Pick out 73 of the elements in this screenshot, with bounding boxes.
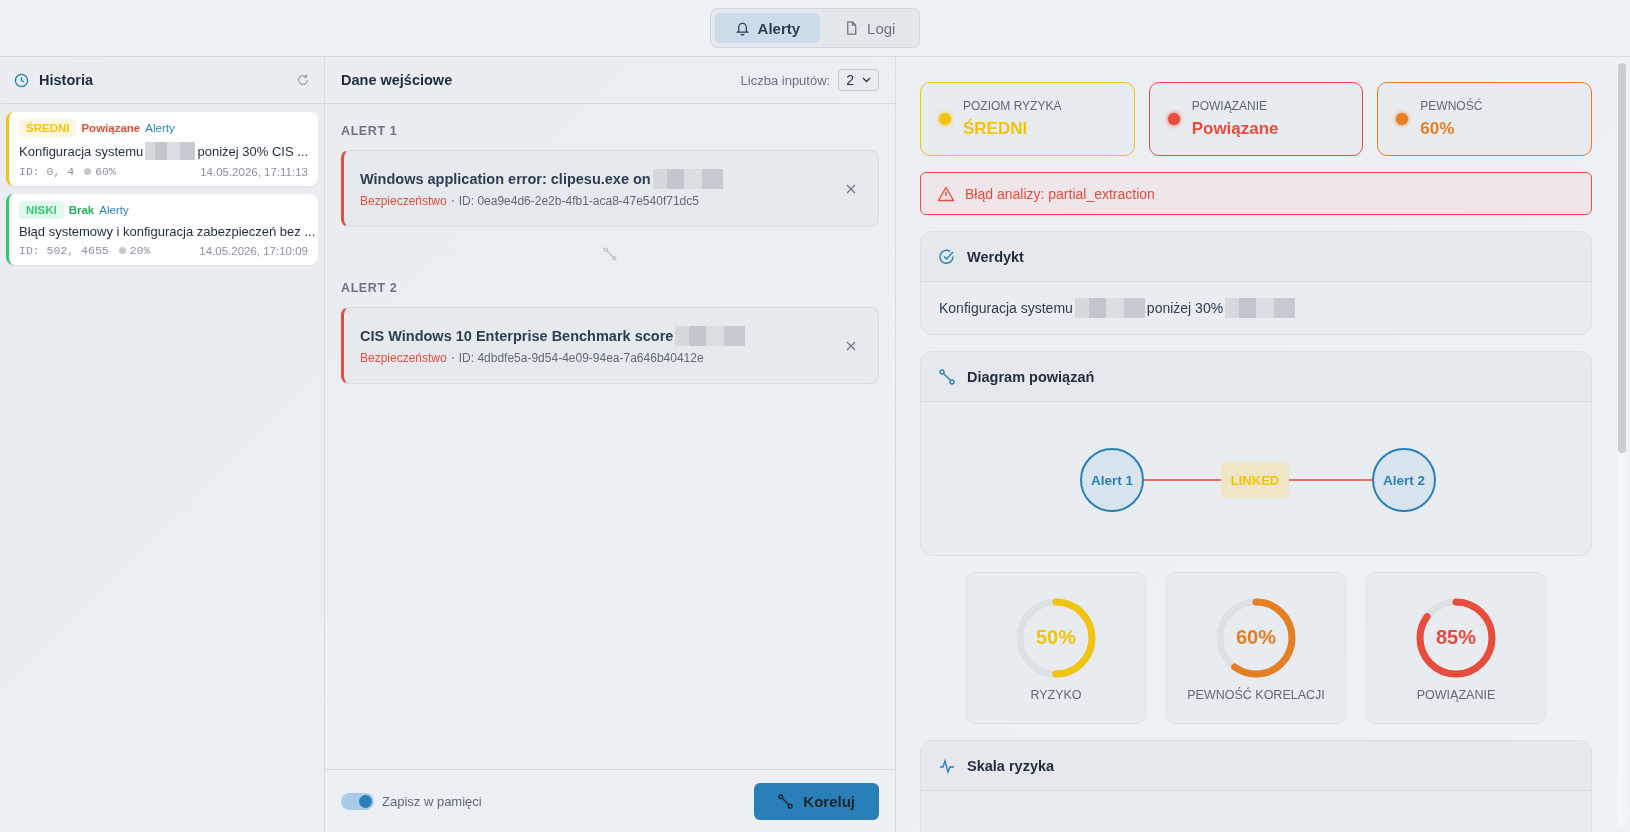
relation-label: Powiązane [81, 122, 141, 134]
status-dot [118, 247, 126, 254]
link-icon [603, 247, 617, 261]
gauge-value: 60% [1235, 626, 1277, 649]
chevron-down-icon [862, 77, 871, 83]
history-text: Błąd systemowy i konfiguracja zabezpieczeń bez ... [19, 224, 316, 239]
count-select[interactable]: 2 [838, 69, 879, 91]
gauge-value: 50% [1035, 626, 1077, 649]
timestamp: 14.05.2026, 17:11:13 [200, 165, 308, 178]
panel-title: Historia [39, 72, 94, 88]
section-label: ALERT 2 [341, 281, 399, 295]
timestamp: 14.05.2026, 17:10:09 [199, 244, 308, 257]
history-text: Konfiguracja systemu [19, 143, 144, 159]
history-text: poniżej 30% CIS ... [197, 143, 308, 159]
refresh-icon[interactable] [296, 73, 310, 87]
link-icon [778, 793, 794, 809]
source-label: Alerty [145, 122, 175, 134]
alert-id: ID: 4dbdfe5a-9d54-4e09-94ea-7a646b40412e [458, 351, 704, 365]
card-title: Werdykt [967, 248, 1024, 265]
verdict-text: poniżej 30% [1146, 300, 1224, 316]
pixelated-redaction [145, 142, 196, 160]
summary-label: POZIOM RYZYKA [963, 99, 1062, 113]
scrollbar[interactable] [1617, 61, 1627, 828]
alert-ids: ID: 502, 4655 [19, 244, 109, 257]
card-title: Diagram powiązań [967, 368, 1095, 385]
edge-label: LINKED [1221, 462, 1289, 498]
nav-tab[interactable]: Alerty [714, 13, 821, 43]
source-label: Alerty [99, 204, 129, 216]
alert-title: Windows application error: clipesu.exe on [360, 171, 651, 187]
bell-icon [734, 20, 750, 36]
section-label: ALERT 1 [341, 124, 399, 138]
relation-label: Brak [68, 204, 95, 216]
pixelated-redaction [1074, 298, 1145, 318]
summary-value: ŚREDNI [963, 119, 1029, 139]
warning-icon [937, 185, 955, 202]
toggle-switch[interactable] [341, 792, 374, 810]
toggle-label: Zapisz w pamięci [382, 793, 483, 809]
count-label: Liczba inputów: [740, 72, 831, 88]
alert-ids: ID: 0, 4 [19, 165, 75, 178]
summary-label: POWIĄZANIE [1191, 99, 1268, 113]
correlate-button[interactable]: Koreluj [754, 782, 879, 820]
risk-badge: ŚREDNI [19, 119, 77, 137]
status-dot [84, 168, 92, 175]
confidence-value: 60% [95, 165, 116, 178]
error-message: Błąd analizy: partial_extraction [965, 185, 1155, 202]
pixelated-redaction [652, 169, 723, 189]
gauge-label: POWIĄZANIE [1416, 688, 1496, 702]
pulse-icon [939, 757, 955, 774]
confidence-value: 20% [129, 244, 151, 257]
pixelated-redaction [675, 326, 746, 346]
history-card[interactable]: NISKI Brak Alerty Błąd systemowy i konfiguracja zabezpieczeń bez ... ID: 502, 4655 20% 14.05.2026, 17:10:09 [6, 194, 318, 265]
gauge-label: PEWNOŚĆ KORELACJI [1187, 688, 1325, 702]
gauge-label: RYZYKO [1030, 688, 1082, 702]
gauge-value: 85% [1435, 626, 1477, 649]
alert-title: CIS Windows 10 Enterprise Benchmark score [360, 328, 674, 344]
clock-icon [14, 72, 29, 88]
summary-label: PEWNOŚĆ [1420, 99, 1483, 113]
check-circle-icon [939, 248, 955, 265]
category-label: Bezpieczeństwo [360, 351, 447, 365]
pixelated-redaction [1225, 298, 1296, 318]
category-label: Bezpieczeństwo [360, 194, 447, 208]
close-icon[interactable] [846, 340, 856, 351]
card-title: Skala ryzyka [967, 757, 1055, 774]
link-icon [939, 368, 955, 385]
close-icon[interactable] [846, 183, 856, 194]
alert-id: ID: 0ea9e4d6-2e2b-4fb1-aca8-47e540f71dc5 [458, 194, 699, 208]
risk-badge: NISKI [19, 201, 64, 219]
verdict-text: Konfiguracja systemu [939, 300, 1073, 316]
history-card[interactable]: ŚREDNI Powiązane Alerty Konfiguracja systemu poniżej 30% CIS ... ID: 0, 4 60% 14.05.2026, 17:11:13 [6, 112, 318, 186]
panel-title: Dane wejściowe [341, 72, 454, 88]
summary-value: Powiązane [1191, 119, 1279, 139]
nav-tab[interactable]: Logi [824, 13, 916, 43]
summary-value: 60% [1420, 119, 1456, 139]
